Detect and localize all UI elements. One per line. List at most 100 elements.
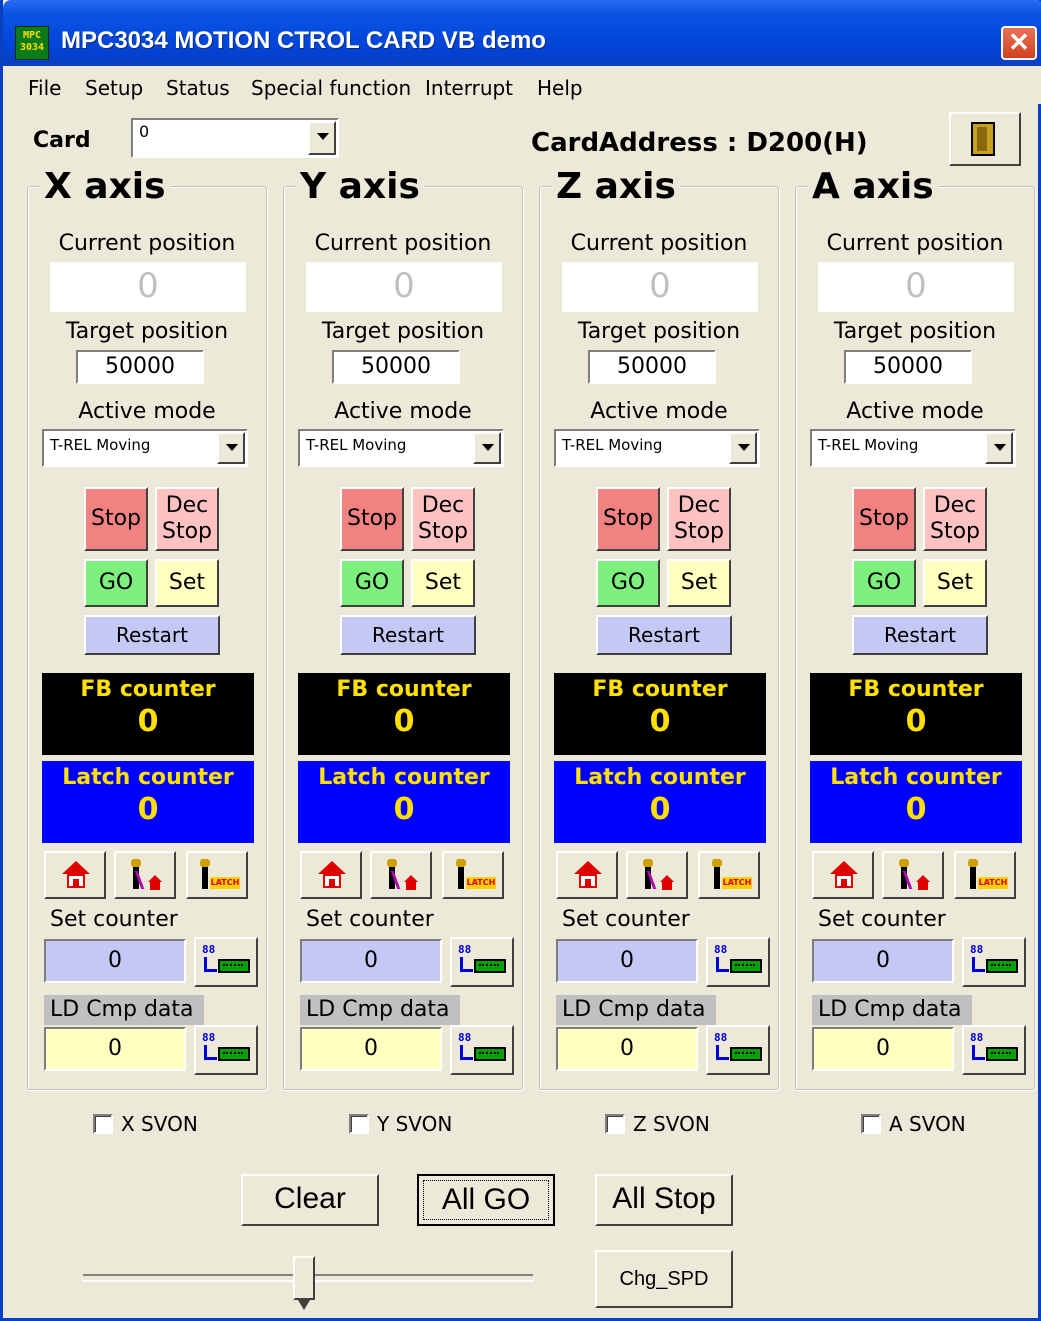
home-search-button[interactable] <box>114 851 176 899</box>
target-position-input[interactable]: 50000 <box>588 350 716 384</box>
home-search-button[interactable] <box>626 851 688 899</box>
write-set-counter-button[interactable]: 88 <box>450 937 514 987</box>
menu-interrupt[interactable]: Interrupt <box>425 76 513 100</box>
latch-counter-label: Latch counter <box>574 765 746 790</box>
clear-button[interactable]: Clear <box>241 1174 379 1226</box>
home-button[interactable] <box>44 851 106 899</box>
write-set-counter-button[interactable]: 88 <box>194 937 258 987</box>
set-counter-input[interactable]: 0 <box>300 939 442 983</box>
write-ld-cmp-button[interactable]: 88 <box>450 1025 514 1075</box>
dec-stop-button[interactable]: Dec Stop <box>923 487 987 551</box>
title-bar[interactable]: MPC 3034 MPC3034 MOTION CTROL CARD VB de… <box>3 0 1041 66</box>
ld-cmp-data-input[interactable]: 0 <box>300 1027 442 1071</box>
go-button[interactable]: GO <box>340 559 404 607</box>
menu-special-function[interactable]: Special function <box>251 76 411 100</box>
latch-icon: LATCH <box>198 859 242 891</box>
dec-stop-button[interactable]: Dec Stop <box>155 487 219 551</box>
write-card-icon: 88 <box>458 943 508 981</box>
target-position-input[interactable]: 50000 <box>76 350 204 384</box>
svon-checkbox[interactable]: X SVON <box>93 1112 198 1136</box>
home-search-button[interactable] <box>370 851 432 899</box>
target-position-input[interactable]: 50000 <box>332 350 460 384</box>
dec-stop-label-1: Dec <box>165 493 209 518</box>
menu-setup[interactable]: Setup <box>85 76 143 100</box>
write-ld-cmp-button[interactable]: 88 <box>194 1025 258 1075</box>
home-button[interactable] <box>556 851 618 899</box>
active-mode-value: T-REL Moving <box>562 436 663 454</box>
checkbox-icon[interactable] <box>93 1114 113 1134</box>
target-position-input[interactable]: 50000 <box>844 350 972 384</box>
stop-button[interactable]: Stop <box>340 487 404 551</box>
set-counter-input[interactable]: 0 <box>44 939 186 983</box>
checkbox-icon[interactable] <box>605 1114 625 1134</box>
set-counter-label: Set counter <box>562 907 690 932</box>
close-button[interactable]: ✕ <box>1001 26 1037 60</box>
active-mode-select[interactable]: T-REL Moving <box>298 429 504 467</box>
svon-checkbox[interactable]: A SVON <box>861 1112 966 1136</box>
write-card-icon: 88 <box>970 943 1020 981</box>
set-counter-input[interactable]: 0 <box>556 939 698 983</box>
active-mode-select[interactable]: T-REL Moving <box>810 429 1016 467</box>
dec-stop-label-1: Dec <box>421 493 465 518</box>
latch-button[interactable]: LATCH <box>442 851 504 899</box>
all-stop-button[interactable]: All Stop <box>595 1174 733 1226</box>
restart-button[interactable]: Restart <box>340 615 476 655</box>
current-position-label: Current position <box>58 231 236 256</box>
latch-button[interactable]: LATCH <box>698 851 760 899</box>
ld-cmp-data-input[interactable]: 0 <box>44 1027 186 1071</box>
dec-stop-button[interactable]: Dec Stop <box>667 487 731 551</box>
chg-spd-button[interactable]: Chg_SPD <box>595 1250 733 1308</box>
set-button[interactable]: Set <box>155 559 219 607</box>
latch-button[interactable]: LATCH <box>186 851 248 899</box>
checkbox-icon[interactable] <box>349 1114 369 1134</box>
ld-cmp-data-input[interactable]: 0 <box>812 1027 954 1071</box>
all-go-label: All GO <box>423 1180 549 1220</box>
chevron-down-icon[interactable] <box>308 121 336 155</box>
home-button[interactable] <box>812 851 874 899</box>
write-ld-cmp-button[interactable]: 88 <box>706 1025 770 1075</box>
stop-button[interactable]: Stop <box>84 487 148 551</box>
card-select[interactable]: 0 <box>131 118 339 158</box>
exit-button[interactable] <box>949 112 1021 166</box>
menu-file[interactable]: File <box>28 76 61 100</box>
speed-slider-thumb[interactable] <box>293 1256 315 1310</box>
set-button[interactable]: Set <box>411 559 475 607</box>
menu-status[interactable]: Status <box>166 76 230 100</box>
dec-stop-button[interactable]: Dec Stop <box>411 487 475 551</box>
checkbox-icon[interactable] <box>861 1114 881 1134</box>
write-set-counter-button[interactable]: 88 <box>962 937 1026 987</box>
active-mode-select[interactable]: T-REL Moving <box>554 429 760 467</box>
set-button[interactable]: Set <box>923 559 987 607</box>
active-mode-select[interactable]: T-REL Moving <box>42 429 248 467</box>
chevron-down-icon[interactable] <box>473 432 501 464</box>
active-mode-label: Active mode <box>846 399 984 424</box>
write-card-icon: 88 <box>714 943 764 981</box>
set-counter-input[interactable]: 0 <box>812 939 954 983</box>
app-icon: MPC 3034 <box>15 26 49 60</box>
stop-button[interactable]: Stop <box>852 487 916 551</box>
go-button[interactable]: GO <box>596 559 660 607</box>
menu-help[interactable]: Help <box>537 76 583 100</box>
write-card-icon: 88 <box>458 1031 508 1069</box>
go-button[interactable]: GO <box>84 559 148 607</box>
chevron-down-icon[interactable] <box>985 432 1013 464</box>
svon-checkbox[interactable]: Y SVON <box>349 1112 452 1136</box>
ld-cmp-data-input[interactable]: 0 <box>556 1027 698 1071</box>
all-go-button[interactable]: All GO <box>417 1174 555 1226</box>
home-button[interactable] <box>300 851 362 899</box>
restart-button[interactable]: Restart <box>84 615 220 655</box>
stop-button[interactable]: Stop <box>596 487 660 551</box>
restart-button[interactable]: Restart <box>852 615 988 655</box>
latch-button[interactable]: LATCH <box>954 851 1016 899</box>
chevron-down-icon[interactable] <box>729 432 757 464</box>
set-button[interactable]: Set <box>667 559 731 607</box>
restart-button[interactable]: Restart <box>596 615 732 655</box>
write-ld-cmp-button[interactable]: 88 <box>962 1025 1026 1075</box>
axis-title: A axis <box>808 167 938 207</box>
write-set-counter-button[interactable]: 88 <box>706 937 770 987</box>
chevron-down-icon[interactable] <box>217 432 245 464</box>
home-search-button[interactable] <box>882 851 944 899</box>
go-button[interactable]: GO <box>852 559 916 607</box>
svon-checkbox[interactable]: Z SVON <box>605 1112 710 1136</box>
latch-counter-label: Latch counter <box>318 765 490 790</box>
